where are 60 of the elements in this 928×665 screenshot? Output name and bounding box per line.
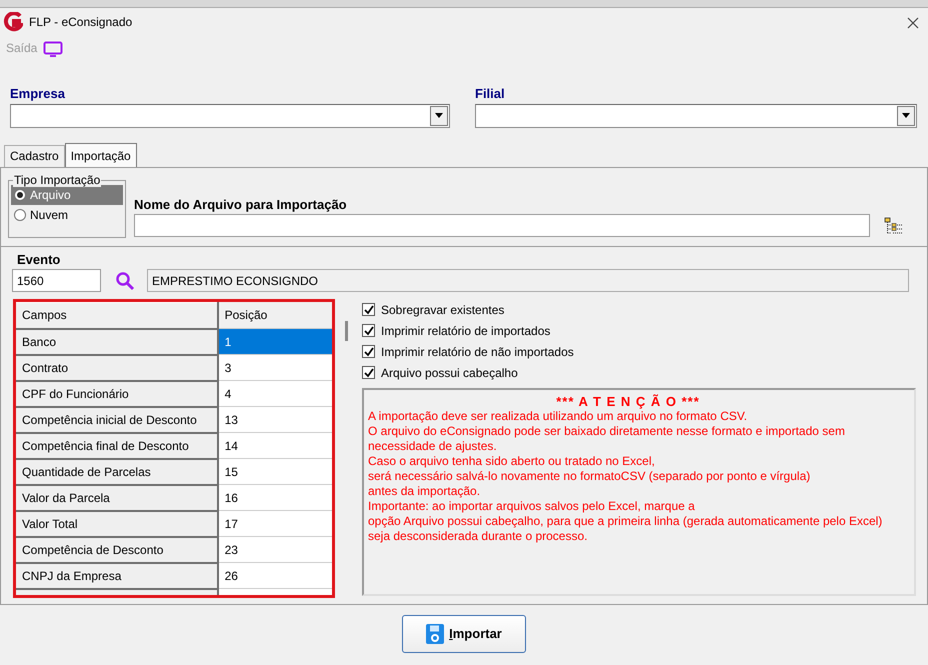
field-label: Evento	[16, 250, 62, 268]
table-cell: Competência de Desconto	[16, 536, 218, 562]
table-cell[interactable]: 23	[218, 536, 332, 562]
notice-title: *** A T E N Ç Ã O ***	[555, 394, 701, 409]
table-cell: Valor Total	[16, 510, 218, 536]
checkbox[interactable]	[362, 324, 375, 337]
table-cell: Competência final de Desconto	[16, 432, 218, 458]
table-cell[interactable]: 17	[218, 510, 332, 536]
search-icon[interactable]	[115, 270, 135, 290]
dropdown-arrow-icon[interactable]	[435, 113, 443, 118]
table-cell: Contrato	[16, 354, 218, 380]
dropdown-arrow-icon[interactable]	[902, 113, 910, 118]
checkbox[interactable]	[362, 303, 375, 316]
dropdown-field[interactable]	[475, 104, 917, 128]
input-field[interactable]	[134, 214, 870, 237]
window-title: FLP - eConsignado	[29, 14, 134, 31]
table-cell: CNPJ da Empresa	[16, 562, 218, 588]
table-cell[interactable]: 3	[218, 354, 332, 380]
checkbox[interactable]	[362, 366, 375, 379]
table-cell[interactable]: 13	[218, 406, 332, 432]
table-cell[interactable]: 26	[218, 562, 332, 588]
group-legend: Tipo Importação	[13, 172, 102, 186]
table-cell[interactable]: 16	[218, 484, 332, 510]
notice-text: será necessário salvá-lo novamente no formatoCSV (separado por ponto e vírgula)	[368, 469, 812, 484]
tree-icon[interactable]	[884, 216, 904, 235]
table-cell: Quantidade de Parcelas	[16, 458, 218, 484]
notice-text: A importação deve ser realizada utilizando um arquivo no formato CSV.	[368, 409, 748, 424]
table-cell: Banco	[16, 328, 218, 354]
table-cell: Valor da Parcela	[16, 484, 218, 510]
checkbox[interactable]	[362, 345, 375, 358]
dropdown-field[interactable]	[10, 104, 450, 128]
notice-text: O arquivo do eConsignado pode ser baixado diretamente nesse formato e importado sem necessidade de ajustes.	[368, 424, 846, 454]
table-cell[interactable]: 1	[218, 328, 332, 354]
notice-text: opção Arquivo possui cabeçalho, para que a primeira linha (gerada automaticamente pelo Excel) seja desconsiderada durante o processo.	[368, 514, 884, 544]
radio-option[interactable]: Nuvem	[11, 204, 123, 224]
table-cell[interactable]: 15	[218, 458, 332, 484]
scrollbar-thumb[interactable]	[345, 321, 348, 341]
app-logo-icon	[3, 12, 23, 32]
import-button[interactable]: Importar	[402, 614, 526, 652]
checkbox-label: Imprimir relatório de não importados	[381, 344, 574, 360]
notice-text: Caso o arquivo tenha sido aberto ou tratado no Excel,	[368, 454, 656, 469]
checkbox-label: Arquivo possui cabeçalho	[381, 364, 518, 382]
field-label: Filial	[475, 85, 506, 103]
checkbox-label: Imprimir relatório de importados	[381, 322, 550, 340]
table-cell: Competência inicial de Desconto	[16, 406, 218, 432]
column-header[interactable]: Campos	[16, 302, 218, 328]
field-label: Empresa	[10, 85, 66, 103]
notice-text: antes da importação.	[368, 484, 482, 499]
monitor-icon[interactable]	[43, 39, 64, 57]
tab[interactable]: Importação	[64, 142, 137, 166]
table-cell[interactable]: 14	[218, 432, 332, 458]
table-cell: CPF do Funcionário	[16, 380, 218, 406]
table-cell[interactable]: 4	[218, 380, 332, 406]
input-field[interactable]: 1560	[12, 269, 101, 292]
field-label: Nome do Arquivo para Importação	[134, 196, 348, 214]
notice-text: Importante: ao importar arquivos salvos pelo Excel, marque a	[368, 499, 696, 514]
column-header[interactable]: Posição	[218, 302, 332, 328]
tab[interactable]: Cadastro	[4, 144, 65, 166]
description-field: EMPRESTIMO ECONSIGNDO	[147, 269, 909, 292]
checkbox-label: Sobregravar existentes	[381, 302, 504, 318]
